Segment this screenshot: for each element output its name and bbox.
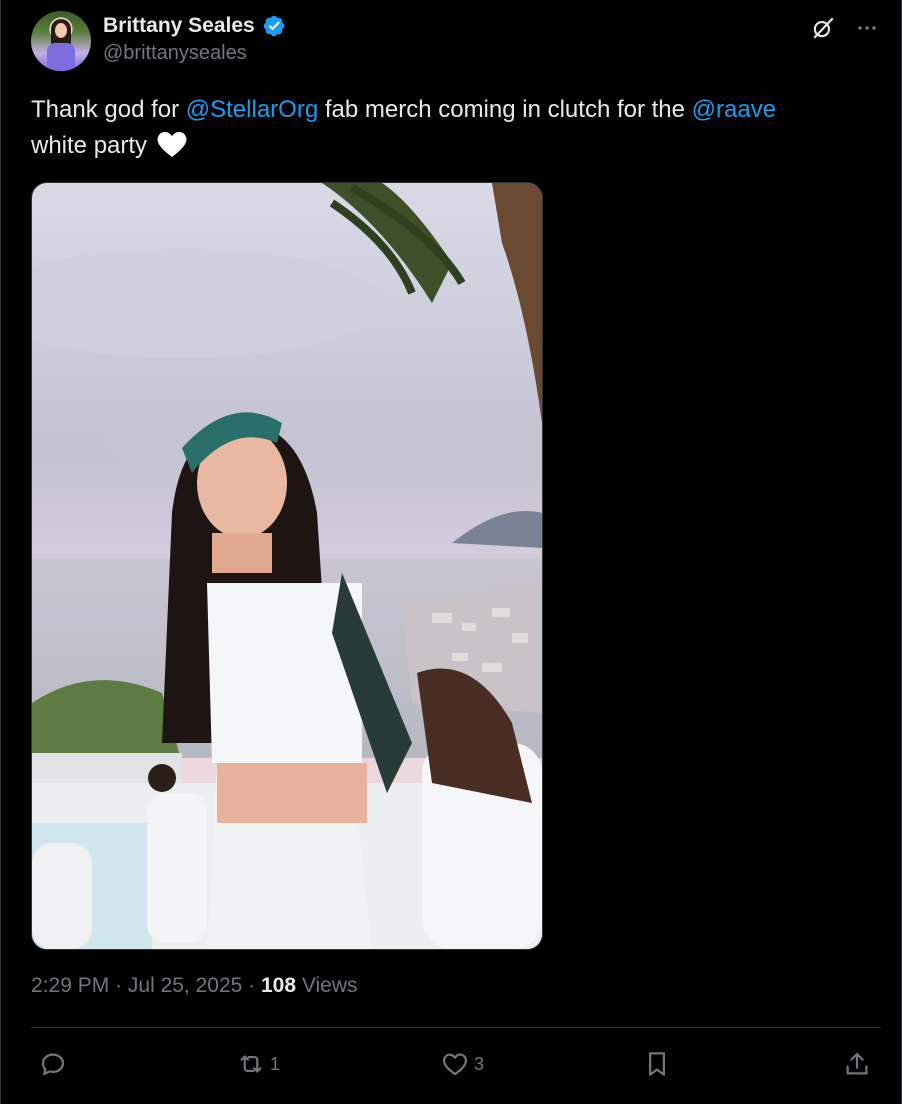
tweet-header: Brittany Seales @brittanyseales <box>31 11 882 73</box>
mention-link[interactable]: @raave <box>692 96 776 123</box>
heart-icon <box>442 1053 468 1076</box>
tweet-actions: 1 3 <box>38 1044 872 1084</box>
share-icon <box>846 1052 868 1075</box>
more-icon[interactable] <box>852 13 882 43</box>
meta-separator: · <box>109 974 128 997</box>
frame-border-left <box>0 0 1 1104</box>
tweet-time[interactable]: 2:29 PM <box>31 974 109 997</box>
tweet-text-part: Thank god for <box>31 96 186 123</box>
grok-icon[interactable] <box>808 13 838 43</box>
views-label: Views <box>296 974 358 997</box>
author-info: Brittany Seales @brittanyseales <box>103 14 286 65</box>
retweet-icon <box>240 1055 262 1073</box>
author-handle[interactable]: @brittanyseales <box>103 42 286 65</box>
reply-icon <box>41 1053 65 1076</box>
like-button[interactable]: 3 <box>440 1044 484 1084</box>
tweet-meta: 2:29 PM · Jul 25, 2025 · 108 Views <box>31 974 358 998</box>
retweet-button[interactable]: 1 <box>236 1044 280 1084</box>
tweet-text: Thank god for @StellarOrg fab merch comi… <box>31 92 861 164</box>
tweet-photo[interactable] <box>31 182 543 950</box>
views-count: 108 <box>261 974 297 997</box>
verified-badge-icon[interactable] <box>262 14 286 38</box>
avatar[interactable] <box>31 11 91 71</box>
tweet-text-part: white party <box>31 132 148 159</box>
share-button[interactable] <box>842 1044 872 1084</box>
like-count: 3 <box>474 1053 485 1074</box>
retweet-count: 1 <box>270 1053 281 1074</box>
bookmark-button[interactable] <box>642 1044 672 1084</box>
meta-separator: · <box>242 974 261 997</box>
divider <box>31 1027 881 1028</box>
tweet-text-part: fab merch coming in clutch for the <box>318 96 692 123</box>
white-heart-icon <box>157 131 187 157</box>
header-actions <box>808 13 882 43</box>
mention-link[interactable]: @StellarOrg <box>186 96 318 123</box>
bookmark-icon <box>649 1052 665 1076</box>
tweet-date[interactable]: Jul 25, 2025 <box>128 974 242 997</box>
author-display-name[interactable]: Brittany Seales <box>103 14 255 38</box>
reply-button[interactable] <box>38 1044 72 1084</box>
